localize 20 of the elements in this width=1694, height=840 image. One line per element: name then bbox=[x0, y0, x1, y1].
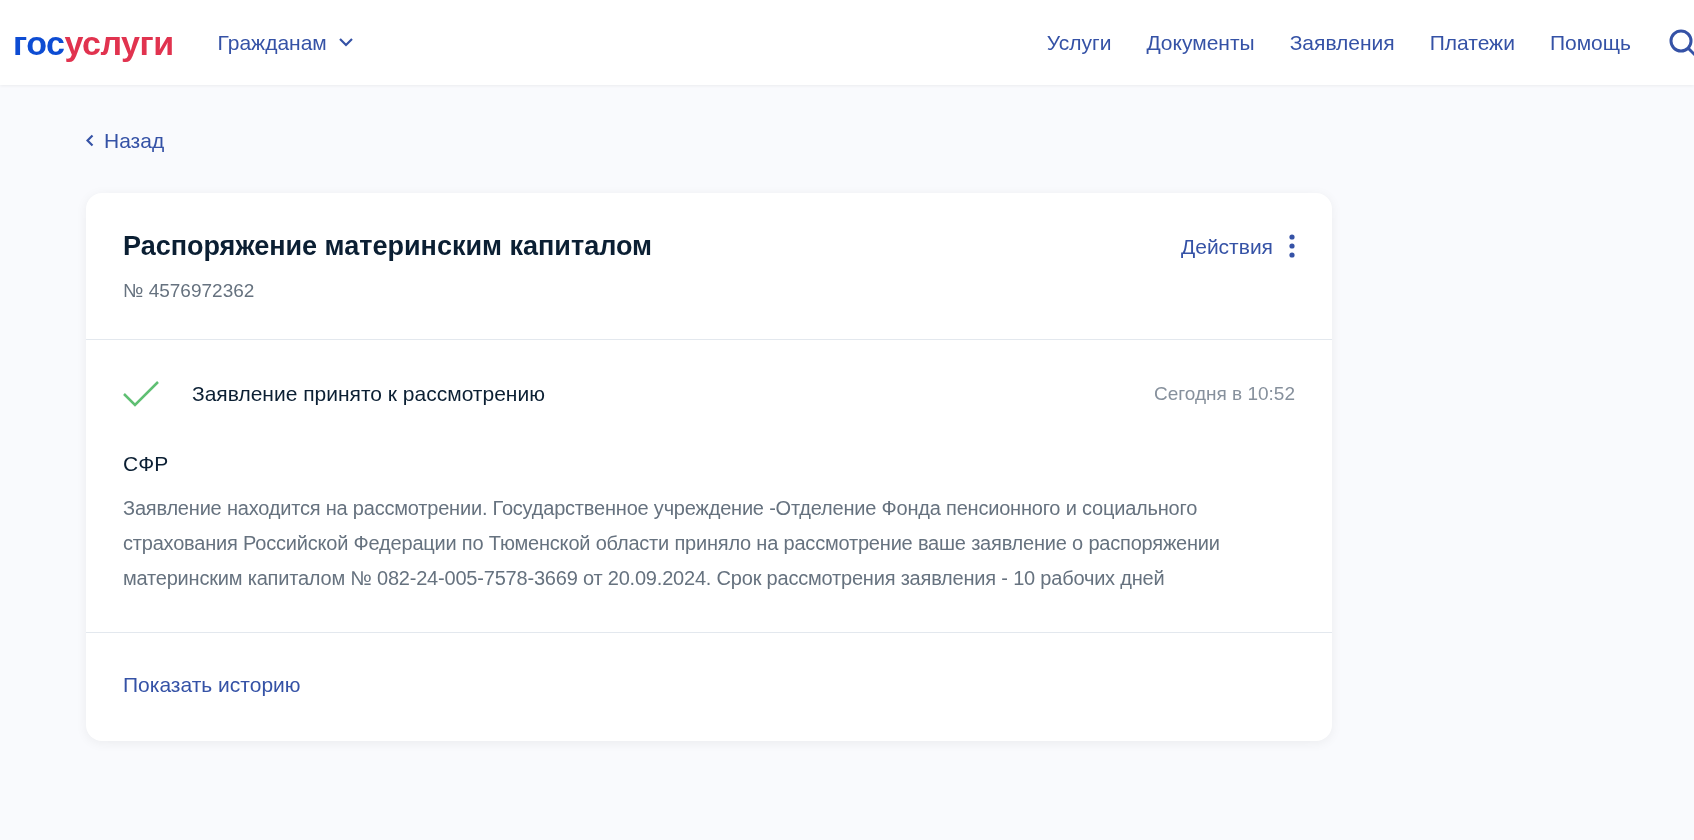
search-icon[interactable] bbox=[1668, 27, 1694, 58]
card-title: Распоряжение материнским капиталом bbox=[123, 229, 653, 263]
organization-name: СФР bbox=[123, 450, 170, 477]
chevron-left-icon bbox=[86, 134, 94, 148]
application-number: № 4576972362 bbox=[123, 278, 256, 303]
nav-link[interactable]: Платежи bbox=[1429, 26, 1515, 59]
show-history-link[interactable]: Показать историю bbox=[123, 673, 301, 696]
status-time: Сегодня в 10:52 bbox=[1154, 381, 1295, 406]
logo[interactable]: госуслуги bbox=[13, 25, 174, 60]
nav-link[interactable]: Заявления bbox=[1289, 26, 1395, 59]
status-label: Заявление принято к рассмотрению bbox=[192, 381, 545, 407]
more-vertical-icon bbox=[1289, 234, 1295, 259]
nav-link[interactable]: Помощь bbox=[1549, 26, 1631, 59]
status-description: Заявление находится на рассмотрении. Государственное учреждение -Отделение Фонда пенсионного и социального страхования Российской Федерации по Тюменской области приняло на рассмотрение ваше заявление о распоряжении материнским капиталом № 082-24-005-7578-3669 от 20.09.2024. Срок рассмотрения заявления - 10 рабочих дней bbox=[123, 496, 1221, 591]
chevron-down-icon bbox=[338, 38, 353, 47]
audience-dropdown[interactable]: Гражданам bbox=[217, 26, 353, 59]
nav-link[interactable]: Услуги bbox=[1046, 26, 1112, 59]
actions-button[interactable]: Действия bbox=[1181, 230, 1295, 262]
nav-link[interactable]: Документы bbox=[1146, 26, 1255, 59]
back-link[interactable]: Назад bbox=[86, 125, 165, 157]
